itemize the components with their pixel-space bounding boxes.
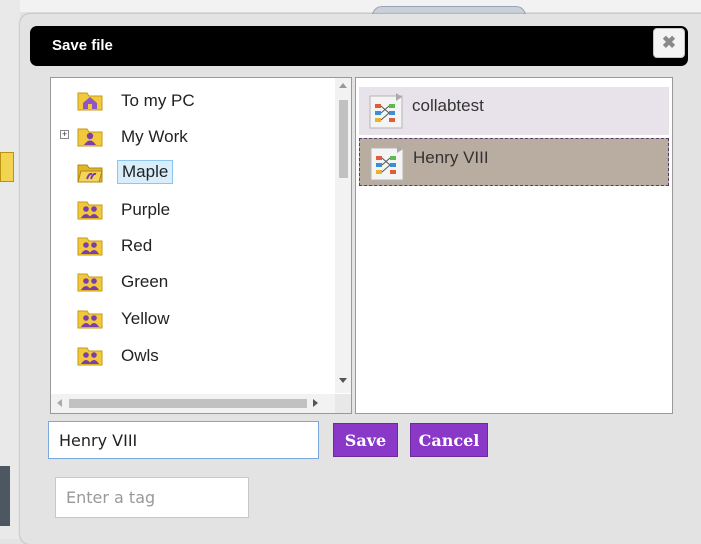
cancel-button[interactable]: Cancel — [410, 423, 488, 457]
scroll-left-icon[interactable] — [57, 399, 62, 407]
close-button[interactable]: ✖ — [653, 28, 685, 58]
background-yellow-marker — [0, 152, 14, 182]
flipchart-file-icon — [369, 93, 403, 129]
scroll-thumb[interactable] — [339, 100, 348, 178]
tree-item-owls[interactable]: Owls — [51, 338, 311, 372]
expand-toggle-icon[interactable]: + — [60, 130, 69, 139]
tree-item-label: My Work — [121, 127, 188, 146]
tree-item-my-work[interactable]: + My Work — [51, 119, 311, 153]
dialog-title: Save file — [52, 37, 113, 54]
scroll-down-icon[interactable] — [339, 378, 347, 383]
tree-item-label: To my PC — [121, 91, 195, 110]
tree-item-label: Green — [121, 272, 169, 291]
tree-item-label: Yellow — [121, 309, 170, 328]
tree-item-yellow[interactable]: Yellow — [51, 301, 311, 335]
scroll-up-icon[interactable] — [339, 83, 347, 88]
tree-item-green[interactable]: Green — [51, 264, 311, 298]
file-list[interactable]: collabtest Henry VIII — [355, 77, 673, 414]
tree-item-label: Red — [121, 236, 153, 255]
group-folder-icon — [77, 347, 103, 366]
file-item-label: collabtest — [412, 96, 484, 115]
home-folder-icon — [77, 92, 103, 111]
flipchart-file-icon — [370, 145, 404, 181]
tree-item-label: Owls — [121, 346, 159, 365]
file-item-label: Henry VIII — [413, 148, 489, 167]
tree-vertical-scrollbar[interactable] — [335, 78, 351, 393]
background-dark-marker — [0, 466, 10, 526]
group-folder-icon — [77, 273, 103, 292]
background-top-strip — [0, 0, 701, 12]
tree-horizontal-scrollbar[interactable] — [51, 394, 335, 413]
filename-input[interactable] — [48, 421, 319, 459]
file-item-collabtest[interactable]: collabtest — [359, 87, 669, 135]
tree-item-red[interactable]: Red — [51, 228, 311, 262]
folder-tree[interactable]: To my PC + My Work Maple Purple Red Gree… — [50, 77, 352, 414]
scroll-corner — [335, 394, 351, 413]
group-folder-icon — [77, 237, 103, 256]
save-file-dialog: Save file ✖ To my PC + My Work Maple Pur… — [20, 14, 701, 544]
tree-item-maple[interactable]: Maple — [51, 155, 311, 189]
open-folder-icon — [77, 164, 103, 183]
group-folder-icon — [77, 310, 103, 329]
tree-item-to-my-pc[interactable]: To my PC — [51, 83, 311, 117]
close-icon: ✖ — [661, 33, 677, 52]
dialog-titlebar[interactable]: Save file — [30, 26, 688, 66]
user-folder-icon — [77, 128, 103, 147]
background-left-edge — [0, 0, 20, 539]
file-item-henry-viii[interactable]: Henry VIII — [359, 138, 669, 186]
tree-item-purple[interactable]: Purple — [51, 192, 311, 226]
tree-item-label: Maple — [117, 160, 174, 184]
scroll-right-icon[interactable] — [313, 399, 318, 407]
group-folder-icon — [77, 201, 103, 220]
tree-item-label: Purple — [121, 200, 171, 219]
tag-input[interactable] — [55, 477, 249, 518]
save-button[interactable]: Save — [333, 423, 398, 457]
scroll-thumb[interactable] — [69, 399, 307, 408]
